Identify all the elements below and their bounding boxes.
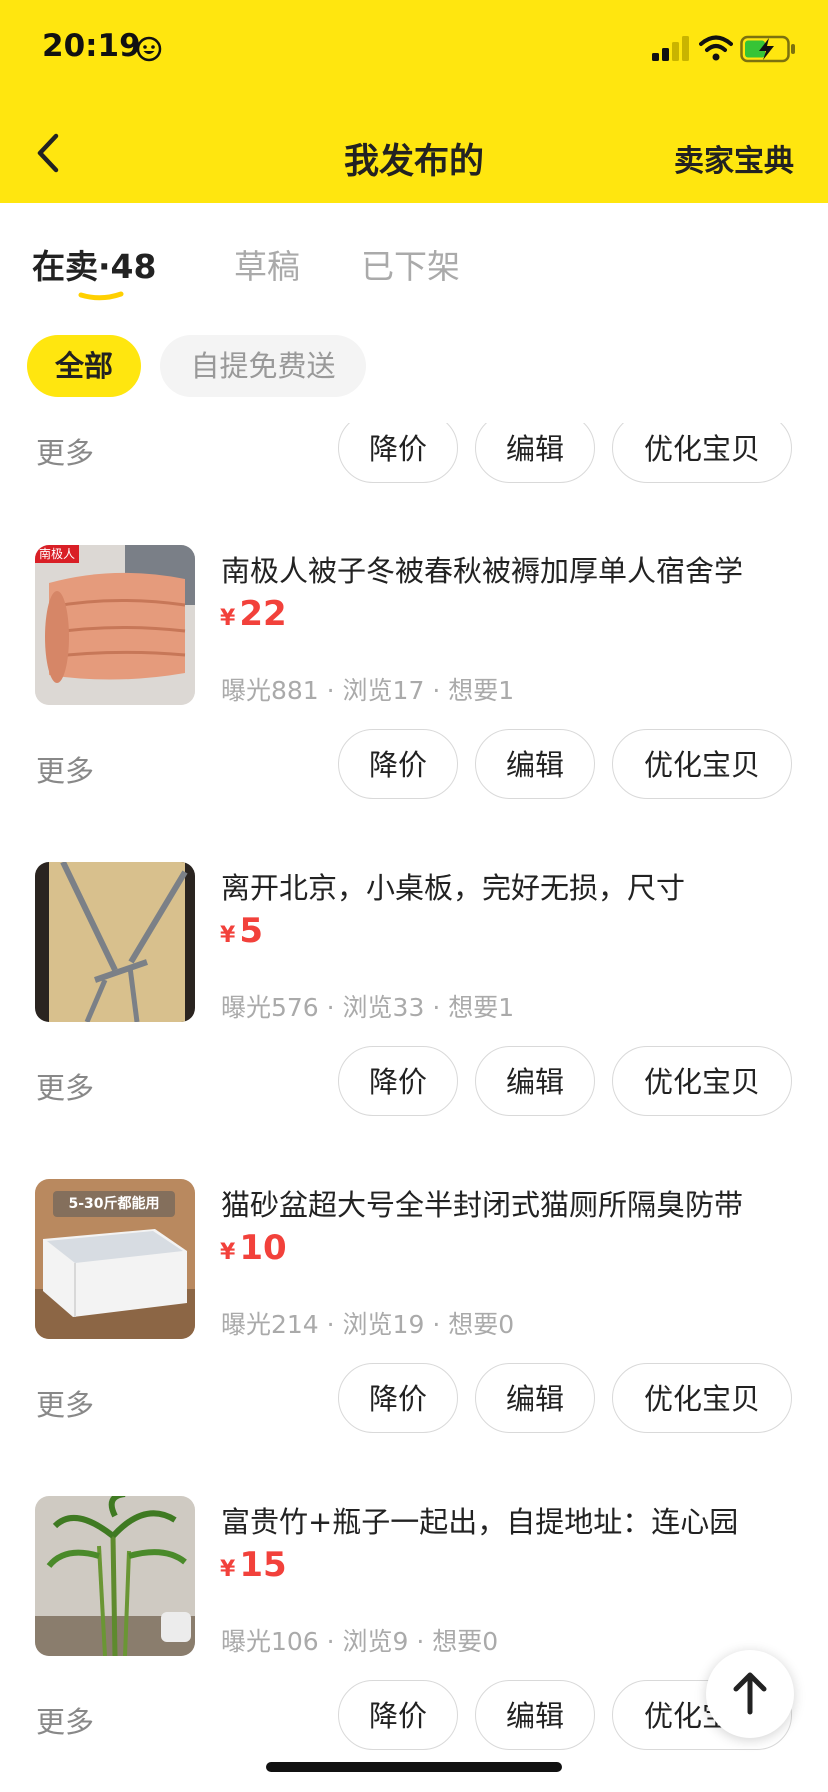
item-stats: 曝光881 · 浏览17 · 想要1	[221, 676, 515, 705]
optimize-button[interactable]: 优化宝贝	[612, 729, 792, 799]
seller-guide-link[interactable]: 卖家宝典	[674, 136, 794, 180]
item-price: ¥15	[220, 1545, 287, 1585]
item-thumbnail[interactable]: 南极人	[35, 545, 195, 705]
item-stats: 曝光576 · 浏览33 · 想要1	[221, 993, 515, 1022]
battery-charging-icon	[740, 35, 795, 63]
status-time: 20:19	[42, 28, 141, 64]
thumb-tag: 5-30斤都能用	[68, 1196, 160, 1212]
item-thumbnail[interactable]: 5-30斤都能用	[35, 1179, 195, 1339]
wifi-icon	[699, 35, 733, 61]
reduce-price-button[interactable]: 降价	[338, 729, 458, 799]
smiley-icon	[136, 36, 162, 62]
edit-button[interactable]: 编辑	[475, 413, 595, 483]
more-link[interactable]: 更多	[36, 430, 94, 472]
more-link[interactable]: 更多	[36, 1699, 94, 1741]
optimize-button[interactable]: 优化宝贝	[612, 1363, 792, 1433]
item-stats: 曝光106 · 浏览9 · 想要0	[221, 1627, 499, 1656]
item-thumbnail[interactable]	[35, 862, 195, 1022]
item-price: ¥5	[220, 911, 263, 951]
quilt-image	[35, 545, 195, 705]
item-stats: 曝光214 · 浏览19 · 想要0	[221, 1310, 515, 1339]
edit-button[interactable]: 编辑	[475, 1680, 595, 1750]
item-title[interactable]: 南极人被子冬被春秋被褥加厚单人宿舍学	[221, 548, 801, 590]
cellular-signal-icon	[652, 36, 689, 61]
arrow-up-icon	[733, 1672, 767, 1715]
item-price: ¥22	[220, 594, 287, 634]
more-link[interactable]: 更多	[36, 1382, 94, 1424]
more-link[interactable]: 更多	[36, 748, 94, 790]
optimize-button[interactable]: 优化宝贝	[612, 1046, 792, 1116]
reduce-price-button[interactable]: 降价	[338, 1680, 458, 1750]
more-link[interactable]: 更多	[36, 1065, 94, 1107]
top-header: 20:19 我发布的 卖家宝典	[0, 0, 828, 203]
item-thumbnail[interactable]	[35, 1496, 195, 1656]
filter-all[interactable]: 全部	[27, 335, 141, 397]
item-price: ¥10	[220, 1228, 287, 1268]
edit-button[interactable]: 编辑	[475, 1363, 595, 1433]
thumb-tag: 南极人	[38, 547, 75, 561]
reduce-price-button[interactable]: 降价	[338, 413, 458, 483]
tab-on-sale[interactable]: 在卖·48	[32, 240, 156, 288]
item-title[interactable]: 猫砂盆超大号全半封闭式猫厕所隔臭防带	[221, 1182, 801, 1224]
item-title[interactable]: 离开北京，小桌板，完好无损，尺寸	[221, 865, 801, 907]
edit-button[interactable]: 编辑	[475, 729, 595, 799]
optimize-button[interactable]: 优化宝贝	[612, 413, 792, 483]
home-indicator	[266, 1762, 562, 1772]
tab-delisted[interactable]: 已下架	[361, 240, 460, 288]
scroll-to-top-button[interactable]	[706, 1650, 794, 1738]
tab-drafts[interactable]: 草稿	[234, 240, 300, 288]
tab-active-indicator	[78, 291, 124, 301]
edit-button[interactable]: 编辑	[475, 1046, 595, 1116]
reduce-price-button[interactable]: 降价	[338, 1363, 458, 1433]
table-board-image	[35, 862, 195, 1022]
clip-mask	[300, 405, 828, 423]
filter-free-pickup[interactable]: 自提免费送	[160, 335, 366, 397]
reduce-price-button[interactable]: 降价	[338, 1046, 458, 1116]
bamboo-plant-image	[35, 1496, 195, 1656]
item-title[interactable]: 富贵竹+瓶子一起出，自提地址：连心园	[221, 1499, 801, 1541]
